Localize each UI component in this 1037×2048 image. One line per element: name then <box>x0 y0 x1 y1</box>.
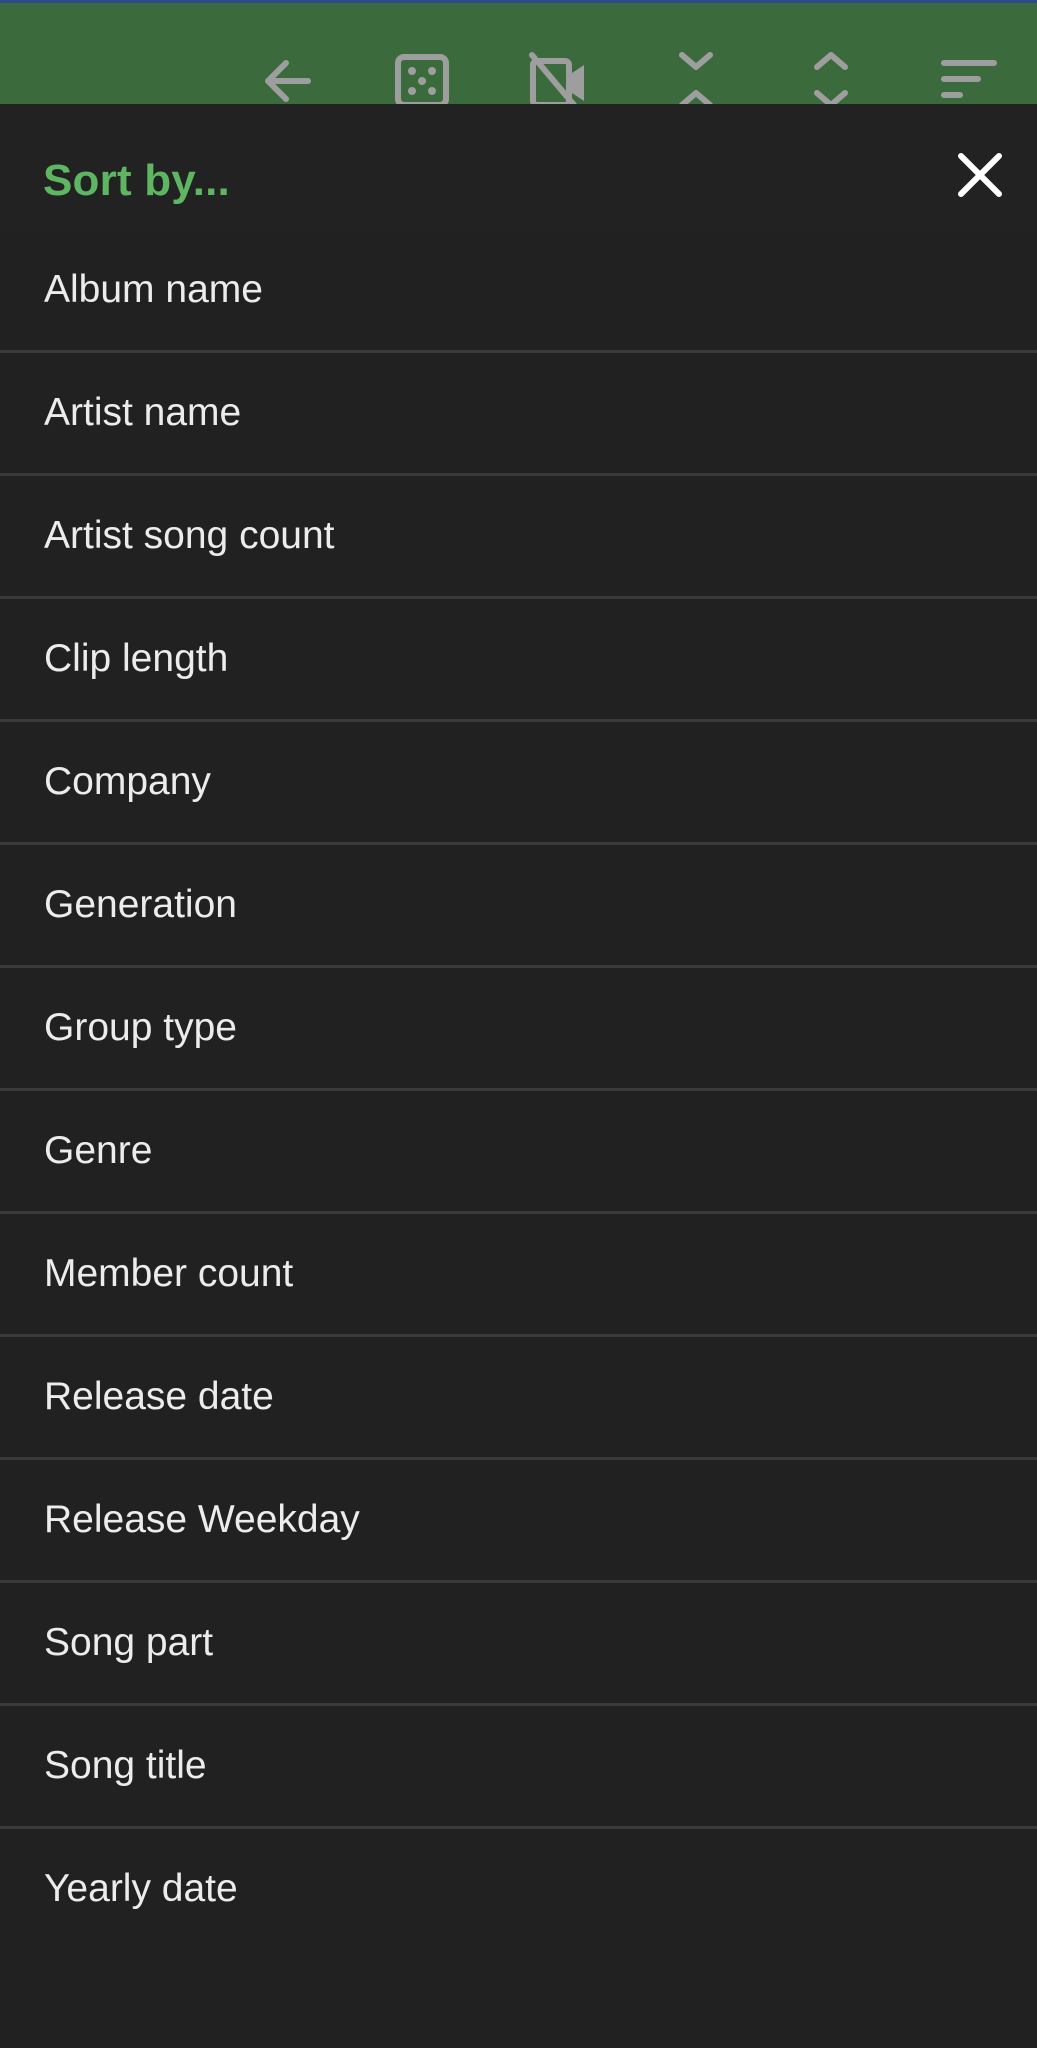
sort-option-label: Song part <box>44 1621 214 1664</box>
sort-option-album-name[interactable]: Album name <box>0 230 1037 353</box>
video-off-icon[interactable] <box>528 41 588 107</box>
sort-option-label: Generation <box>44 883 237 926</box>
sort-option-label: Song title <box>44 1744 207 1787</box>
sort-option-clip-length[interactable]: Clip length <box>0 599 1037 722</box>
sort-option-label: Company <box>44 760 211 803</box>
sheet-header: Sort by... <box>0 104 1037 230</box>
sort-option-label: Artist song count <box>44 514 335 557</box>
sort-option-label: Release Weekday <box>44 1498 360 1541</box>
sort-option-label: Clip length <box>44 637 229 680</box>
sort-option-genre[interactable]: Genre <box>0 1091 1037 1214</box>
sort-option-label: Genre <box>44 1129 153 1172</box>
sort-option-release-weekday[interactable]: Release Weekday <box>0 1460 1037 1583</box>
sort-option-release-date[interactable]: Release date <box>0 1337 1037 1460</box>
sort-options-list: Album name Artist name Artist song count… <box>0 230 1037 1949</box>
sort-option-artist-name[interactable]: Artist name <box>0 353 1037 476</box>
sort-icon[interactable] <box>938 41 998 107</box>
sort-option-yearly-date[interactable]: Yearly date <box>0 1829 1037 1949</box>
sort-option-label: Group type <box>44 1006 237 1049</box>
sort-option-label: Yearly date <box>44 1867 238 1910</box>
sort-option-label: Artist name <box>44 391 242 434</box>
top-toolbar <box>0 0 1037 107</box>
sort-option-label: Member count <box>44 1252 294 1295</box>
sort-option-generation[interactable]: Generation <box>0 845 1037 968</box>
sheet-title: Sort by... <box>43 156 230 205</box>
sort-option-group-type[interactable]: Group type <box>0 968 1037 1091</box>
sort-option-company[interactable]: Company <box>0 722 1037 845</box>
back-arrow-icon[interactable] <box>258 41 318 107</box>
sort-option-label: Album name <box>44 268 263 311</box>
collapse-icon[interactable] <box>666 41 726 107</box>
sort-option-artist-song-count[interactable]: Artist song count <box>0 476 1037 599</box>
expand-icon[interactable] <box>801 41 861 107</box>
sort-option-song-title[interactable]: Song title <box>0 1706 1037 1829</box>
dice-shuffle-icon[interactable] <box>393 41 453 107</box>
sort-option-song-part[interactable]: Song part <box>0 1583 1037 1706</box>
sort-option-member-count[interactable]: Member count <box>0 1214 1037 1337</box>
sort-option-label: Release date <box>44 1375 274 1418</box>
close-icon[interactable] <box>951 146 1009 204</box>
sort-bottom-sheet: Sort by... Album name Artist name Artist… <box>0 104 1037 2048</box>
